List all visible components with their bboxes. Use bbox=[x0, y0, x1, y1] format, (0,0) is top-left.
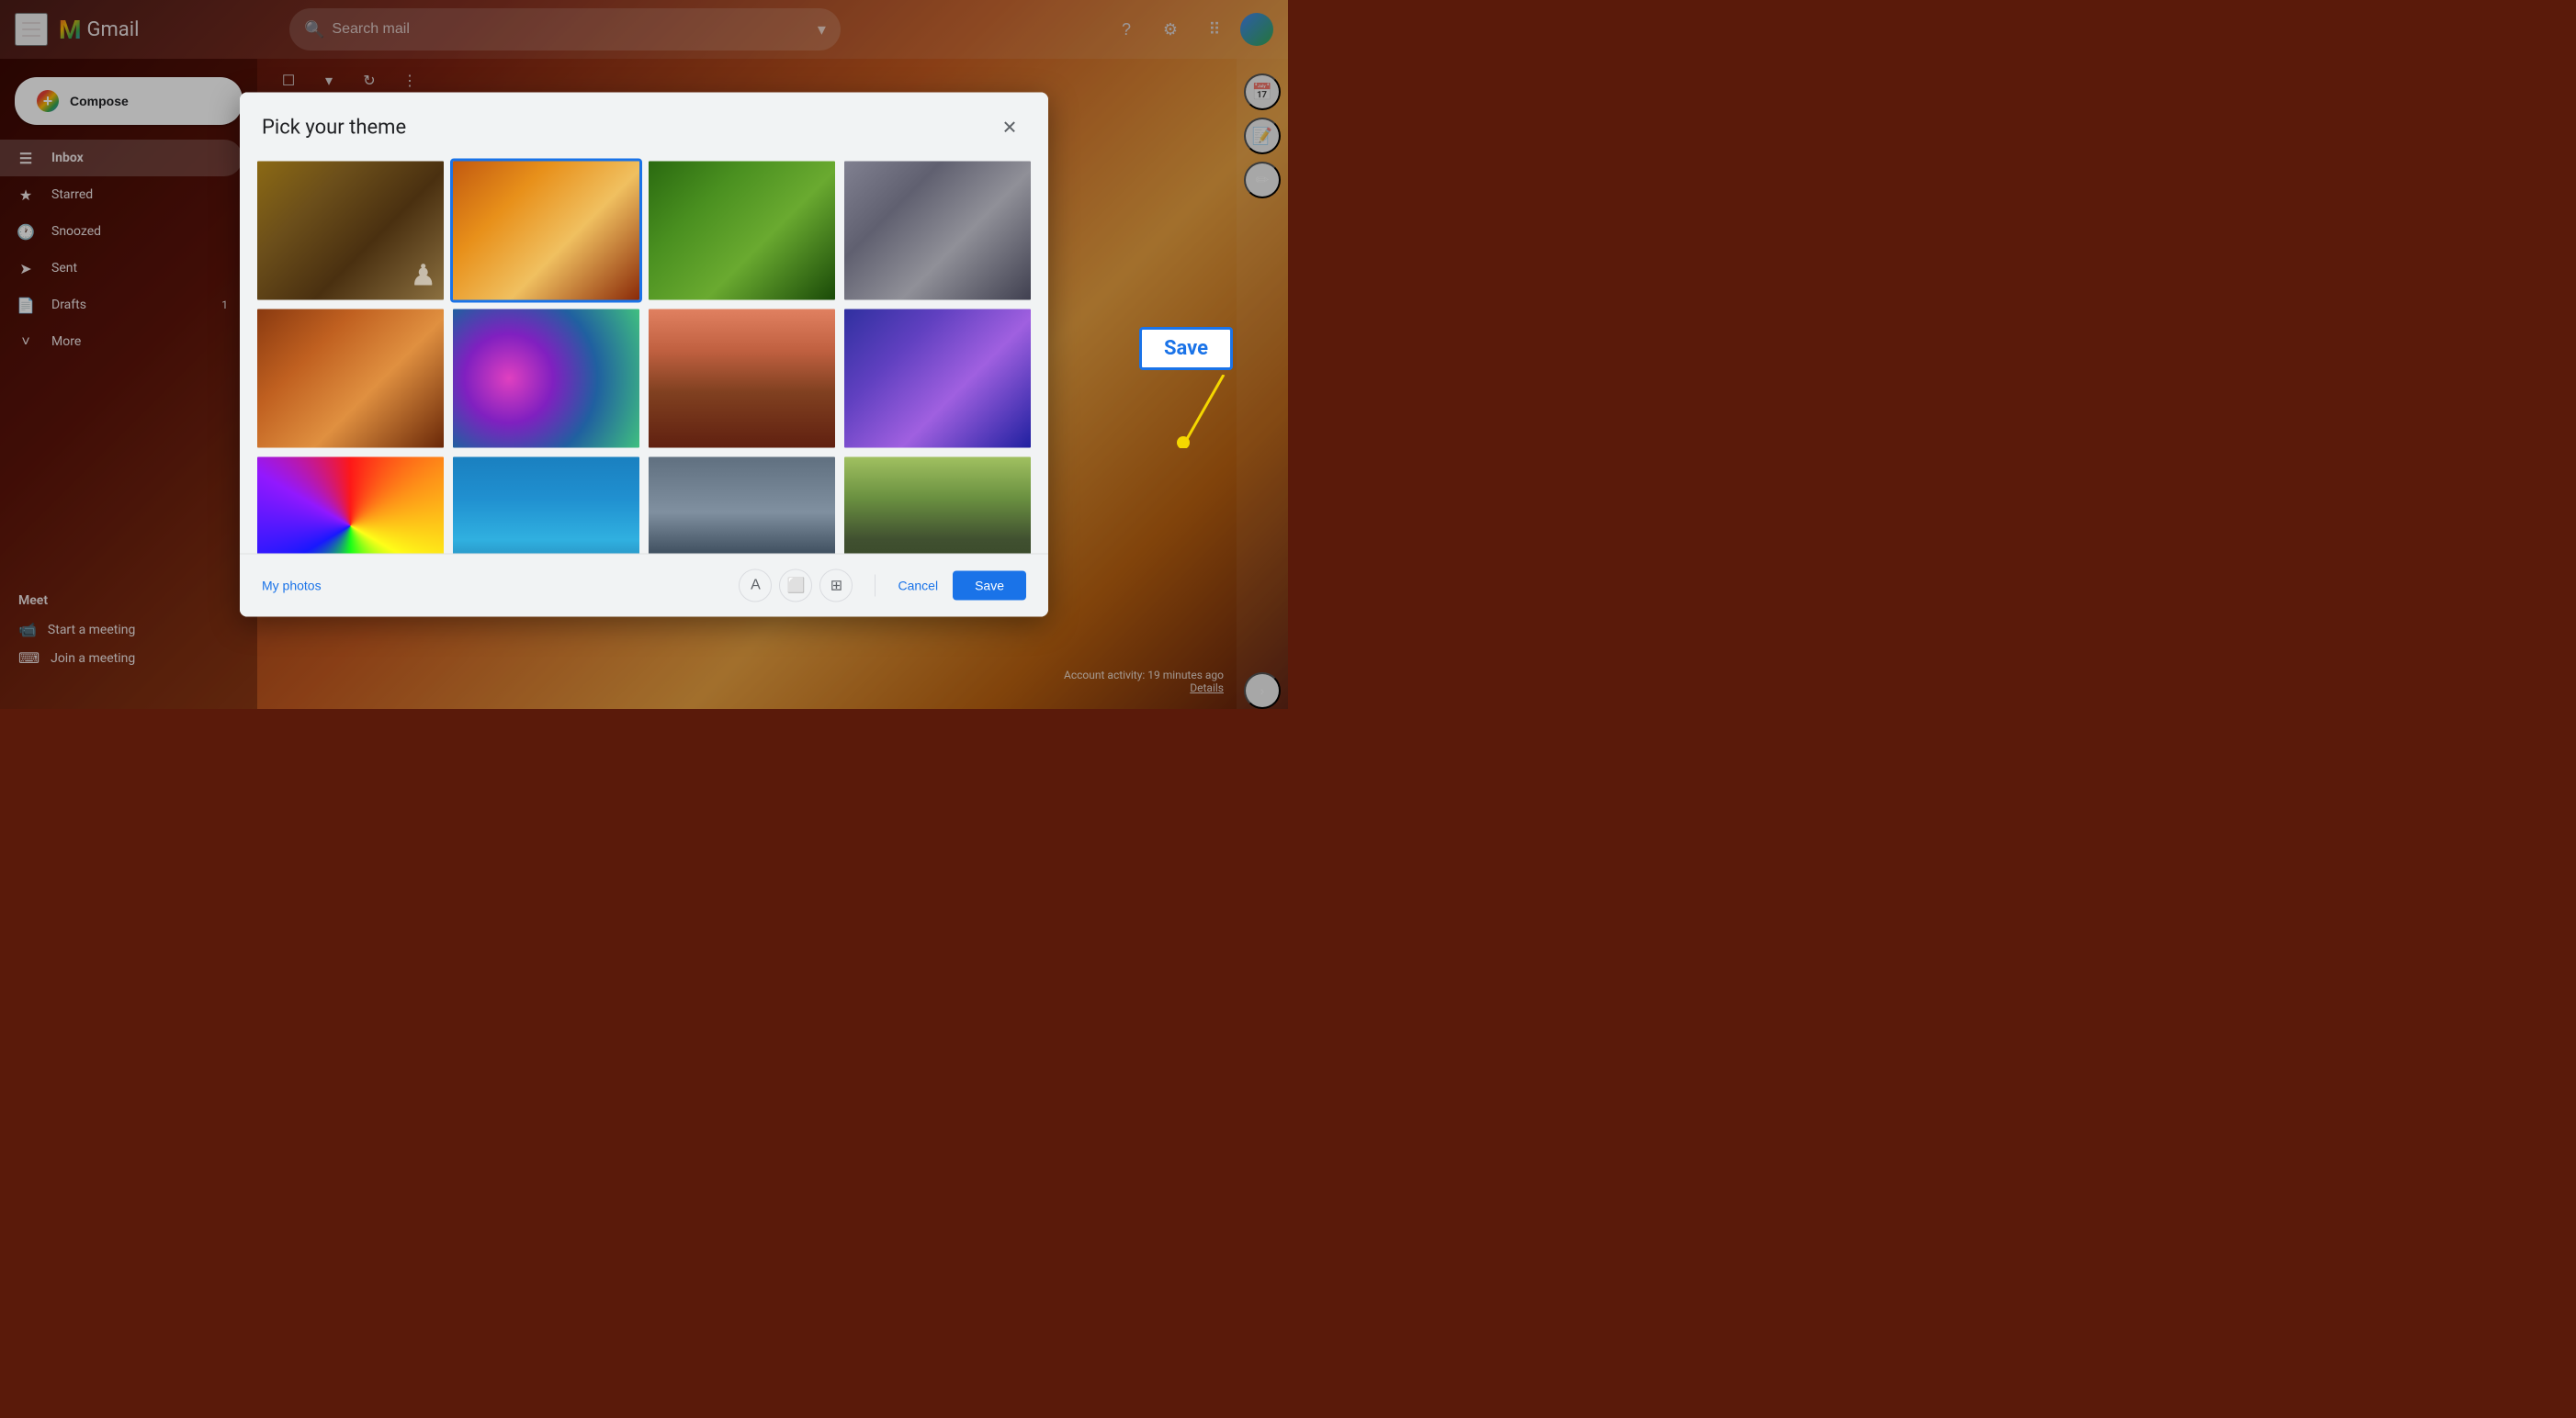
theme-item-forest[interactable] bbox=[842, 454, 1034, 554]
footer-view-icons: A ⬜ ⊞ bbox=[739, 569, 853, 602]
grid-view-button[interactable]: ⊞ bbox=[819, 569, 853, 602]
dialog-footer: My photos A ⬜ ⊞ Cancel Save bbox=[240, 554, 1048, 617]
my-photos-label: My photos bbox=[262, 579, 322, 593]
theme-item-jellyfish[interactable] bbox=[842, 306, 1034, 450]
footer-divider bbox=[875, 575, 876, 597]
save-annotation-box: Save bbox=[1139, 327, 1233, 370]
annotation-arrow bbox=[1169, 375, 1242, 448]
theme-item-chess[interactable] bbox=[254, 159, 446, 303]
theme-item-rainbow[interactable] bbox=[254, 454, 446, 554]
save-button[interactable]: Save bbox=[953, 571, 1026, 601]
theme-item-canyon[interactable] bbox=[450, 159, 642, 303]
save-annotation-text: Save bbox=[1164, 337, 1208, 360]
theme-item-canyon-river[interactable] bbox=[646, 306, 838, 450]
dialog-overlay[interactable]: Pick your theme ✕ bbox=[0, 0, 1288, 709]
cancel-label: Cancel bbox=[898, 579, 938, 593]
save-annotation: Save bbox=[1139, 327, 1233, 370]
cancel-button[interactable]: Cancel bbox=[883, 571, 953, 601]
theme-grid: By: Romain Guy 🗑 bbox=[254, 159, 1034, 554]
theme-item-storm[interactable]: By: Romain Guy 🗑 bbox=[646, 454, 838, 554]
my-photos-button[interactable]: My photos bbox=[262, 571, 322, 601]
theme-item-pipes[interactable] bbox=[842, 159, 1034, 303]
text-view-button[interactable]: A bbox=[739, 569, 772, 602]
dialog-close-button[interactable]: ✕ bbox=[993, 111, 1026, 144]
theme-item-lake[interactable] bbox=[450, 454, 642, 554]
dialog-header: Pick your theme ✕ bbox=[240, 93, 1048, 159]
box-view-button[interactable]: ⬜ bbox=[779, 569, 812, 602]
theme-picker-dialog: Pick your theme ✕ bbox=[240, 93, 1048, 617]
theme-grid-container[interactable]: By: Romain Guy 🗑 bbox=[240, 159, 1048, 554]
theme-item-autumn[interactable] bbox=[254, 306, 446, 450]
theme-item-caterpillar[interactable] bbox=[646, 159, 838, 303]
save-label: Save bbox=[975, 579, 1004, 593]
dialog-title: Pick your theme bbox=[262, 116, 993, 139]
theme-item-dots[interactable] bbox=[450, 306, 642, 450]
